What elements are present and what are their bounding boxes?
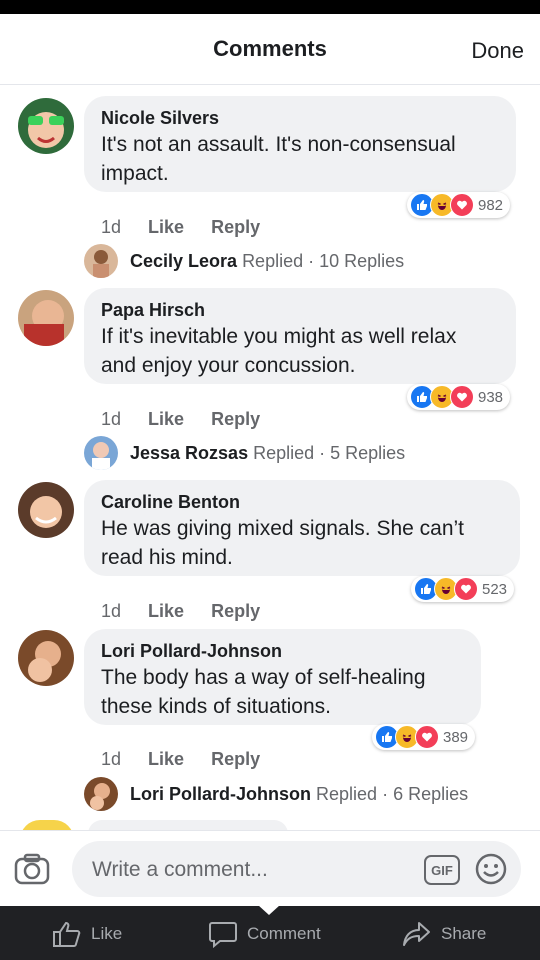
avatar[interactable]	[18, 98, 74, 154]
comment-bubble: Papa Hirsch If it's inevitable you might…	[84, 288, 516, 384]
comment-text: The body has a way of self-healing these…	[101, 666, 426, 718]
post-comment-label: Comment	[247, 924, 321, 943]
love-reaction-icon	[450, 385, 474, 409]
reply-button[interactable]: Reply	[211, 749, 260, 770]
comments-header: Comments Done	[0, 14, 540, 85]
comment-author[interactable]: Nicole Silvers	[101, 106, 500, 130]
comment-input[interactable]	[90, 853, 394, 887]
replies-link[interactable]: Jessa Rozsas Replied · 5 Replies	[84, 436, 405, 470]
replied-label: Replied	[242, 250, 304, 271]
comments-sheet: Comments Done Nicole Silvers It's not an…	[0, 14, 540, 906]
like-button[interactable]: Like	[148, 601, 184, 622]
comment-author[interactable]: Papa Hirsch	[101, 298, 500, 322]
reply-author: Lori Pollard-Johnson	[130, 783, 312, 804]
speech-bubble-icon	[209, 922, 237, 948]
separator-dot: ·	[308, 250, 315, 271]
like-button[interactable]: Like	[148, 409, 184, 430]
replies-link[interactable]: Cecily Leora Replied · 10 Replies	[84, 244, 404, 278]
replies-link[interactable]: Lori Pollard-Johnson Replied · 6 Replies	[84, 777, 468, 811]
reply-avatar	[84, 777, 118, 811]
done-button[interactable]: Done	[471, 38, 524, 64]
post-action-bar: Like Comment Share	[0, 905, 540, 960]
like-button[interactable]: Like	[148, 217, 184, 238]
comment-bubble: Lori Pollard-Johnson The body has a way …	[84, 629, 481, 725]
reaction-summary[interactable]: 523	[411, 576, 515, 602]
comment-author[interactable]: Caroline Benton	[101, 490, 504, 514]
comment-bubble: Caroline Benton He was giving mixed sign…	[84, 480, 520, 576]
emoji-icon[interactable]	[474, 852, 508, 891]
share-arrow-icon	[403, 922, 430, 946]
comment-actions: 1d Like Reply	[101, 601, 282, 622]
love-reaction-icon	[454, 577, 478, 601]
reaction-count: 982	[478, 196, 504, 214]
comment-time: 1d	[101, 409, 122, 429]
reply-button[interactable]: Reply	[211, 409, 260, 430]
reaction-summary[interactable]: 389	[372, 724, 476, 750]
like-button[interactable]: Like	[148, 749, 184, 770]
love-reaction-icon	[450, 193, 474, 217]
page-title: Comments	[213, 36, 327, 61]
reply-count: 5 Replies	[330, 442, 406, 463]
reaction-count: 389	[443, 728, 469, 746]
reaction-summary[interactable]: 982	[407, 192, 511, 218]
post-comment-button[interactable]: Comment	[208, 920, 321, 948]
reaction-summary[interactable]: 938	[407, 384, 511, 410]
reply-author: Cecily Leora	[130, 250, 238, 271]
love-reaction-icon	[415, 725, 439, 749]
comment-actions: 1d Like Reply	[101, 749, 282, 770]
reply-count: 6 Replies	[393, 783, 469, 804]
separator-dot: ·	[382, 783, 389, 804]
reply-avatar	[84, 244, 118, 278]
reply-button[interactable]: Reply	[211, 601, 260, 622]
reaction-count: 938	[478, 388, 504, 406]
reaction-count: 523	[482, 580, 508, 598]
avatar[interactable]	[18, 630, 74, 686]
status-bar-strip	[0, 0, 540, 14]
replied-label: Replied	[253, 442, 315, 463]
comment-input-box: GIF	[72, 841, 521, 897]
comment-author[interactable]: Lori Pollard-Johnson	[101, 639, 465, 663]
thumbs-up-icon	[53, 921, 81, 947]
active-pointer	[258, 905, 280, 915]
comment-time: 1d	[101, 217, 122, 237]
reply-button[interactable]: Reply	[211, 217, 260, 238]
avatar[interactable]	[18, 482, 74, 538]
reply-avatar	[84, 436, 118, 470]
post-share-label: Share	[441, 924, 487, 943]
comment-bubble: Nicole Silvers It's not an assault. It's…	[84, 96, 516, 192]
avatar[interactable]	[18, 290, 74, 346]
camera-icon[interactable]	[14, 853, 50, 890]
comment-text: It's not an assault. It's non-consensual…	[101, 133, 456, 185]
separator-dot: ·	[319, 442, 326, 463]
comment-composer: GIF	[0, 830, 540, 907]
post-like-button[interactable]: Like	[52, 920, 122, 948]
replied-label: Replied	[316, 783, 378, 804]
comment-time: 1d	[101, 601, 122, 621]
comment-time: 1d	[101, 749, 122, 769]
comment-actions: 1d Like Reply	[101, 217, 282, 238]
reply-count: 10 Replies	[319, 250, 405, 271]
comment-actions: 1d Like Reply	[101, 409, 282, 430]
comment-text: If it's inevitable you might as well rel…	[101, 325, 457, 377]
comment-text: He was giving mixed signals. She can’t r…	[101, 517, 465, 569]
gif-icon[interactable]: GIF	[424, 855, 460, 885]
reply-author: Jessa Rozsas	[130, 442, 249, 463]
post-share-button[interactable]: Share	[402, 920, 486, 948]
post-like-label: Like	[91, 924, 123, 943]
